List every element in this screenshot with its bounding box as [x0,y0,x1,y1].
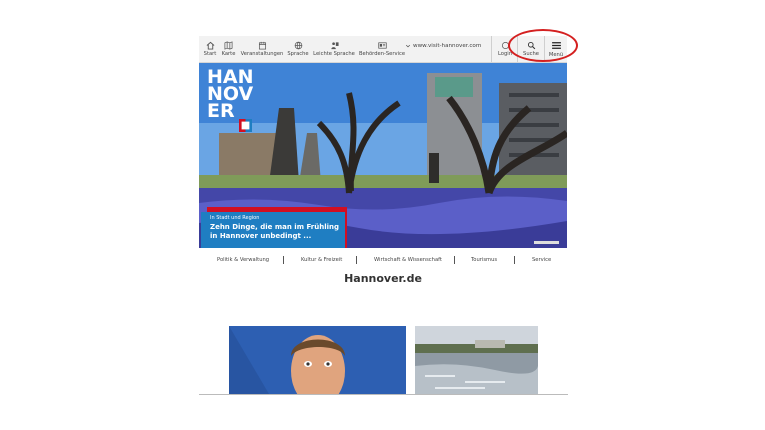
start-button[interactable]: Start [202,36,218,62]
language-button[interactable]: Sprache [287,36,309,62]
teaser-kicker: In Stadt und Region [210,215,260,221]
main-navigation: Politik & Verwaltung Kultur & Freizeit W… [199,255,567,265]
teaser-card-portrait[interactable] [229,326,406,394]
easy-language-icon [330,42,339,50]
map-label: Karte [221,51,236,57]
nav-economy[interactable]: Wirtschaft & Wissenschaft [374,257,442,263]
globe-icon [294,41,302,50]
map-icon [224,41,233,50]
teaser-headline[interactable]: Zehn Dinge, die man im Frühling in Hanno… [210,223,345,241]
events-label: Veranstaltungen [240,51,284,57]
nav-culture[interactable]: Kultur & Freizeit [301,257,342,263]
hannover-logo: HAN NOV ER [207,68,254,122]
start-label: Start [203,51,217,57]
page-bottom-divider [199,394,568,395]
portrait-image [229,326,406,394]
authority-service-label: Behörden-Service [358,51,406,57]
website-url: www.visit-hannover.com [413,43,482,49]
logo-square-icon [239,119,252,132]
logo-line: ER [207,100,235,122]
page-title: Hannover.de [344,272,422,285]
map-button[interactable]: Karte [220,36,237,62]
authority-service-button[interactable]: Behörden-Service [358,36,406,62]
hero-teaser[interactable]: In Stadt und Region Zehn Dinge, die man … [201,212,345,248]
nav-politics[interactable]: Politik & Verwaltung [217,257,269,263]
website-link[interactable]: www.visit-hannover.com [405,43,481,49]
hero-image[interactable]: HAN NOV ER In Stadt und Region Zehn Ding… [199,63,567,248]
calendar-icon [258,41,266,50]
events-button[interactable]: Veranstaltungen [241,36,283,62]
language-label: Sprache [287,51,309,57]
chevron-down-icon [405,44,411,48]
nav-divider [283,256,284,264]
toolbar-divider [491,36,492,62]
id-card-icon [377,42,387,49]
annotation-circle [508,29,578,62]
website-frame: Start Karte Veranstaltungen Sprache Leic… [199,36,567,394]
lake-image [415,326,538,394]
easy-language-button[interactable]: Leichte Sprache [313,36,355,62]
home-icon [206,41,214,50]
nav-service[interactable]: Service [532,257,551,263]
teaser-card-lake[interactable] [415,326,538,394]
nav-tourism[interactable]: Tourismus [471,257,497,263]
nav-divider [356,256,357,264]
easy-language-label: Leichte Sprache [313,51,355,57]
nav-divider [454,256,455,264]
nav-divider [514,256,515,264]
